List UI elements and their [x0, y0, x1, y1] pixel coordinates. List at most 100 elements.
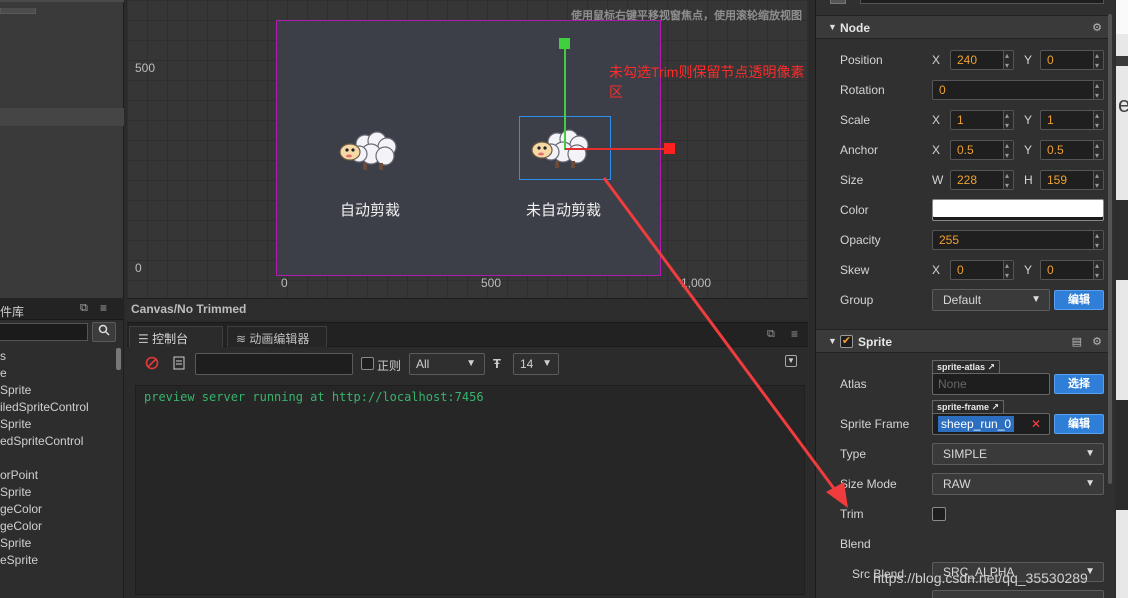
console-panel: ☰ 控制台 ≋ 动画编辑器 ⧉ ≡ 正则 All ▼ Ŧ 14 ▼ ▼ prev… [127, 322, 808, 598]
skew-y-stepper[interactable] [1093, 257, 1103, 285]
sheep-sprite-trimmed[interactable] [335, 124, 407, 174]
collapse-triangle-icon[interactable]: ▼ [828, 336, 837, 346]
asset-list-item[interactable] [0, 450, 116, 467]
hierarchy-dropdown-edge[interactable] [0, 8, 36, 14]
asset-list-item[interactable]: Sprite [0, 416, 116, 433]
hierarchy-row[interactable] [0, 0, 124, 2]
asset-scrollbar[interactable] [116, 348, 121, 370]
asset-list-item[interactable]: eSprite [0, 552, 116, 569]
position-y-axis: Y [1024, 53, 1033, 67]
anchor-y-stepper[interactable] [1093, 137, 1103, 165]
gizmo-x-axis[interactable] [565, 148, 665, 150]
skew-x-field[interactable]: 0 [950, 257, 1014, 285]
asset-list-item[interactable]: Sprite [0, 484, 116, 501]
sheep-sprite-untrimmed[interactable] [527, 122, 599, 172]
gear-icon[interactable]: ⚙ [1092, 335, 1102, 348]
console-menu-icon[interactable]: ≡ [791, 327, 798, 341]
font-size-select[interactable]: 14 ▼ [513, 353, 559, 375]
opacity-stepper[interactable] [1093, 227, 1103, 255]
atlas-field[interactable]: None [932, 373, 1050, 395]
asset-list-item[interactable]: edSpriteControl [0, 433, 116, 450]
asset-list-item[interactable]: geColor [0, 518, 116, 535]
asset-list-item[interactable]: geColor [0, 501, 116, 518]
gizmo-y-handle[interactable] [559, 38, 570, 49]
scene-view[interactable]: 使用鼠标右键平移视窗焦点，使用滚轮缩放视图 500 0 0 500 1,000 … [127, 0, 808, 298]
assets-popout-icon[interactable]: ⧉ [80, 302, 88, 315]
size-w-stepper[interactable] [1003, 167, 1013, 195]
position-y-value: 0 [1047, 53, 1054, 67]
sprite-enabled-checkbox[interactable]: ✔ [840, 335, 853, 348]
scale-x-field[interactable]: 1 [950, 107, 1014, 135]
asset-list-item[interactable]: e [0, 365, 116, 382]
external-link-icon[interactable]: ↗ [988, 362, 996, 372]
rotation-field[interactable]: 0 [932, 77, 1104, 105]
size-w-value: 228 [957, 173, 978, 187]
tab-console[interactable]: ☰ 控制台 [129, 326, 223, 347]
collapse-icon[interactable]: ▼ [785, 355, 797, 367]
node-active-checkbox[interactable] [830, 0, 846, 4]
anchor-x-field[interactable]: 0.5 [950, 137, 1014, 165]
clear-asset-icon[interactable]: ✕ [1031, 414, 1041, 434]
asset-list-item[interactable]: Sprite [0, 382, 116, 399]
node-name-input[interactable] [860, 0, 1104, 4]
log-level-select[interactable]: All ▼ [409, 353, 485, 375]
gizmo-x-handle[interactable] [664, 143, 675, 154]
anchor-x-stepper[interactable] [1003, 137, 1013, 165]
skew-y-value: 0 [1047, 263, 1054, 277]
search-icon[interactable] [92, 322, 116, 342]
tab-animation[interactable]: ≋ 动画编辑器 [227, 326, 327, 347]
scale-y-field[interactable]: 1 [1040, 107, 1104, 135]
size-h-stepper[interactable] [1093, 167, 1103, 195]
asset-list-item[interactable]: orPoint [0, 467, 116, 484]
console-filter-input[interactable] [195, 353, 353, 375]
clear-icon[interactable] [145, 356, 159, 373]
log-file-icon[interactable] [173, 356, 185, 373]
axis-x-0: 0 [281, 276, 288, 290]
position-x-stepper[interactable] [1003, 47, 1013, 75]
strip-letter: e [1118, 92, 1128, 117]
node-section-header[interactable]: ▼ Node ⚙ [816, 15, 1112, 39]
size-mode-select[interactable]: RAW ▼ [932, 473, 1104, 495]
external-link-icon[interactable]: ↗ [992, 402, 1000, 412]
scale-x-stepper[interactable] [1003, 107, 1013, 135]
asset-search-input[interactable] [0, 323, 88, 341]
console-popout-icon[interactable]: ⧉ [767, 328, 775, 341]
anchor-y-axis: Y [1024, 143, 1033, 157]
sprite-frame-field[interactable]: sheep_run_0 ✕ [932, 413, 1050, 435]
position-y-field[interactable]: 0 [1040, 47, 1104, 75]
asset-list-item[interactable]: iledSpriteControl [0, 399, 116, 416]
skew-x-stepper[interactable] [1003, 257, 1013, 285]
sprite-frame-edit-button[interactable]: 编辑 [1054, 414, 1104, 434]
gizmo-y-axis[interactable] [564, 44, 566, 150]
rotation-stepper[interactable] [1093, 77, 1103, 105]
opacity-field[interactable]: 255 [932, 227, 1104, 255]
skew-y-field[interactable]: 0 [1040, 257, 1104, 285]
size-h-field[interactable]: 159 [1040, 167, 1104, 195]
scale-x-value: 1 [957, 113, 964, 127]
asset-list: s e Sprite iledSpriteControl Sprite edSpriteC… [0, 348, 116, 569]
sprite-section-header[interactable]: ▼ ✔ Sprite ▤ ⚙ [816, 329, 1112, 353]
gear-icon[interactable]: ⚙ [1092, 21, 1102, 34]
hierarchy-row-selected[interactable] [0, 108, 124, 126]
asset-list-item[interactable]: Sprite [0, 535, 116, 552]
trim-checkbox[interactable] [932, 507, 946, 521]
anchor-y-field[interactable]: 0.5 [1040, 137, 1104, 165]
group-value: Default [943, 293, 982, 307]
scale-y-stepper[interactable] [1093, 107, 1103, 135]
color-swatch[interactable] [932, 199, 1104, 221]
position-x-field[interactable]: 240 [950, 47, 1014, 75]
atlas-select-button[interactable]: 选择 [1054, 374, 1104, 394]
group-edit-button[interactable]: 编辑 [1054, 290, 1104, 310]
asset-list-item[interactable]: s [0, 348, 116, 365]
collapse-triangle-icon[interactable]: ▼ [828, 22, 837, 32]
inspector-scrollbar[interactable] [1108, 14, 1112, 484]
type-select[interactable]: SIMPLE ▼ [932, 443, 1104, 465]
assets-menu-icon[interactable]: ≡ [100, 301, 107, 315]
size-w-field[interactable]: 228 [950, 167, 1014, 195]
regex-checkbox[interactable] [361, 357, 374, 370]
position-y-stepper[interactable] [1093, 47, 1103, 75]
dst-blend-select[interactable] [932, 590, 1104, 598]
group-select[interactable]: Default ▼ [932, 289, 1050, 311]
help-book-icon[interactable]: ▤ [1072, 335, 1082, 348]
skew-label: Skew [840, 263, 870, 277]
